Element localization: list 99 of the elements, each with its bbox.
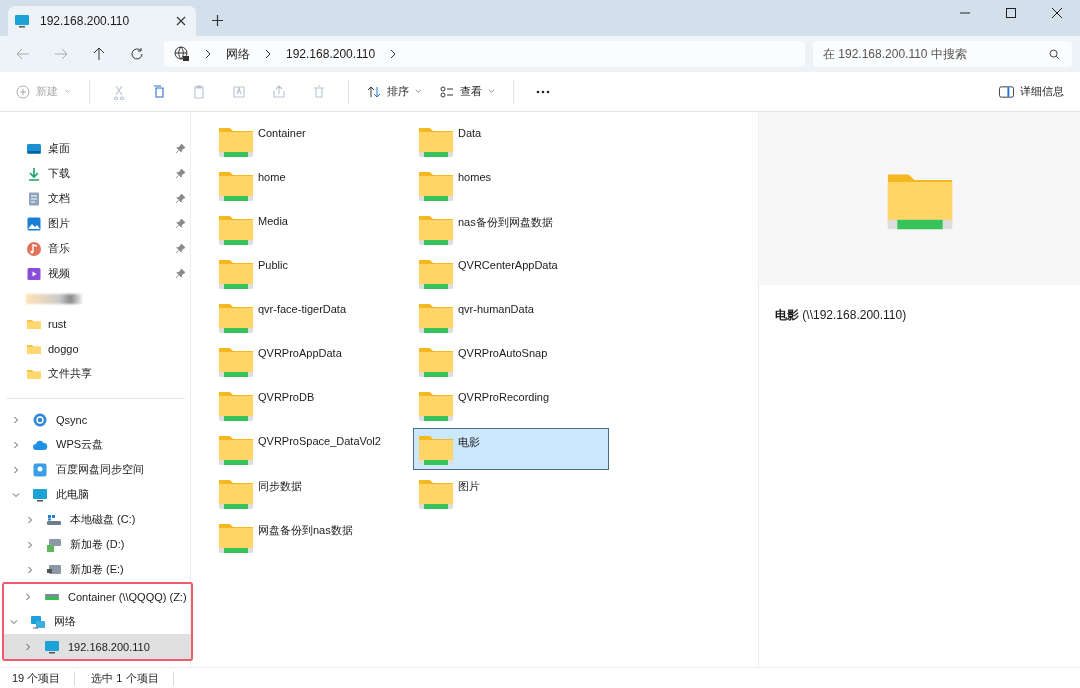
caret-icon bbox=[64, 89, 71, 94]
picture-icon bbox=[26, 215, 42, 232]
globe-icon bbox=[174, 46, 190, 62]
chevron-right-icon[interactable] bbox=[26, 540, 34, 549]
folder-item[interactable]: Media bbox=[213, 208, 409, 250]
status-text: 19 个项目 bbox=[12, 670, 76, 686]
chevron-icon[interactable] bbox=[389, 49, 398, 59]
caret-icon bbox=[415, 89, 422, 94]
folder-item[interactable]: Container bbox=[213, 120, 409, 162]
chevron-down-icon[interactable] bbox=[10, 617, 18, 626]
close-icon[interactable] bbox=[1052, 8, 1062, 18]
details-pane-icon bbox=[999, 85, 1014, 98]
tab-title: 192.168.200.110 bbox=[40, 14, 131, 28]
chevron-right-icon[interactable] bbox=[26, 565, 34, 574]
monitor-icon bbox=[14, 13, 30, 29]
sort-icon bbox=[367, 84, 381, 99]
video-icon bbox=[26, 265, 42, 282]
back-icon[interactable] bbox=[16, 47, 30, 61]
chevron-right-icon[interactable] bbox=[12, 465, 20, 474]
pin-icon[interactable] bbox=[175, 169, 185, 178]
folder-item[interactable]: Public bbox=[213, 252, 409, 294]
plus-icon bbox=[16, 84, 30, 99]
chevron-down-icon[interactable] bbox=[12, 490, 20, 499]
sidebar-item[interactable]: rust bbox=[6, 311, 193, 336]
chevron-right-icon[interactable] bbox=[12, 415, 20, 424]
folder-item[interactable]: Data bbox=[413, 120, 609, 162]
pin-icon[interactable] bbox=[175, 269, 185, 278]
folder-item[interactable]: home bbox=[213, 164, 409, 206]
monitor-icon bbox=[44, 638, 60, 655]
chevron-right-icon[interactable] bbox=[24, 642, 32, 651]
chevron-icon[interactable] bbox=[204, 49, 212, 59]
new-tab-icon[interactable] bbox=[212, 15, 223, 26]
folder-item[interactable]: QVRProSpace_DataVol2 bbox=[213, 428, 409, 470]
view-button[interactable]: 查看 bbox=[434, 80, 501, 103]
tree-item[interactable]: Qsync bbox=[6, 407, 193, 432]
network-icon bbox=[30, 613, 46, 630]
sidebar-item[interactable]: 文档 bbox=[6, 186, 193, 211]
chevron-right-icon[interactable] bbox=[12, 440, 20, 449]
details-button[interactable]: 详细信息 bbox=[993, 80, 1070, 103]
up-icon[interactable] bbox=[92, 47, 106, 61]
chevron-right-icon[interactable] bbox=[26, 515, 34, 524]
folder-item[interactable]: 同步数据 bbox=[213, 472, 409, 514]
sidebar-item[interactable]: 文件共享 bbox=[6, 361, 193, 386]
tree-item[interactable]: 百度网盘同步空间 bbox=[6, 457, 193, 482]
drive-icon bbox=[46, 536, 62, 553]
forward-icon[interactable] bbox=[54, 47, 68, 61]
sidebar-item[interactable]: 视频 bbox=[6, 261, 193, 286]
pin-icon[interactable] bbox=[175, 194, 185, 203]
sidebar-item[interactable]: 下载 bbox=[6, 161, 193, 186]
folder-item[interactable]: qvr-face-tigerData bbox=[213, 296, 409, 338]
sort-button[interactable]: 排序 bbox=[361, 80, 428, 103]
caret-icon bbox=[488, 89, 495, 94]
tree-item[interactable]: 新加卷 (E:) bbox=[6, 557, 193, 582]
folder-item[interactable]: QVRProDB bbox=[213, 384, 409, 426]
close-icon[interactable] bbox=[176, 16, 186, 26]
pin-icon[interactable] bbox=[175, 219, 185, 228]
tree-item[interactable]: 此电脑 bbox=[6, 482, 193, 507]
window-tab[interactable]: 192.168.200.110 bbox=[8, 6, 196, 36]
breadcrumb-item[interactable]: 192.168.200.110 bbox=[286, 47, 376, 61]
sidebar-item[interactable]: 图片 bbox=[6, 211, 193, 236]
sidebar-item[interactable]: doggo bbox=[6, 336, 193, 361]
folder-item[interactable]: 图片 bbox=[413, 472, 609, 514]
document-icon bbox=[26, 190, 42, 207]
tree-item[interactable]: WPS云盘 bbox=[6, 432, 193, 457]
monitor-icon bbox=[32, 486, 48, 503]
folder-item[interactable]: 电影 bbox=[413, 428, 609, 470]
tree-item[interactable]: 本地磁盘 (C:) bbox=[6, 507, 193, 532]
tree-item[interactable]: Container (\\QQQQ) (Z:) bbox=[2, 582, 193, 609]
cloud-drive-icon bbox=[32, 461, 48, 478]
sidebar-item[interactable]: 音乐 bbox=[6, 236, 193, 261]
folder-item[interactable]: QVRProAutoSnap bbox=[413, 340, 609, 382]
sync-icon bbox=[32, 411, 48, 428]
download-icon bbox=[26, 165, 42, 182]
folder-item[interactable]: QVRCenterAppData bbox=[413, 252, 609, 294]
folder-item[interactable]: nas备份到网盘数据 bbox=[413, 208, 609, 250]
breadcrumb-item[interactable]: 网络 bbox=[226, 45, 250, 63]
folder-item[interactable]: 网盘备份到nas数据 bbox=[213, 516, 409, 558]
tree-item[interactable]: 192.168.200.110 bbox=[2, 634, 193, 661]
status-text: 选中 1 个项目 bbox=[91, 670, 174, 686]
pin-icon[interactable] bbox=[175, 244, 185, 253]
maximize-icon[interactable] bbox=[1006, 8, 1016, 18]
pin-icon[interactable] bbox=[175, 144, 185, 153]
music-icon bbox=[26, 240, 42, 257]
address-bar[interactable]: 网络 192.168.200.110 bbox=[164, 41, 805, 67]
search-icon bbox=[1049, 49, 1060, 60]
copy-icon[interactable] bbox=[151, 83, 167, 100]
blurred-item bbox=[26, 293, 82, 304]
folder-item[interactable]: qvr-humanData bbox=[413, 296, 609, 338]
chevron-right-icon[interactable] bbox=[24, 592, 32, 601]
details-title: 电影 (\\192.168.200.110) bbox=[775, 307, 908, 324]
list-view-icon bbox=[440, 84, 454, 99]
refresh-icon[interactable] bbox=[130, 47, 144, 61]
folder-item[interactable]: QVRProAppData bbox=[213, 340, 409, 382]
folder-item[interactable]: homes bbox=[413, 164, 609, 206]
folder-item[interactable]: QVRProRecording bbox=[413, 384, 609, 426]
search-field[interactable]: 在 192.168.200.110 中搜索 bbox=[813, 41, 1072, 67]
tree-item[interactable]: 新加卷 (D:) bbox=[6, 532, 193, 557]
chevron-icon[interactable] bbox=[264, 49, 272, 59]
sidebar-item[interactable]: 桌面 bbox=[6, 136, 193, 161]
